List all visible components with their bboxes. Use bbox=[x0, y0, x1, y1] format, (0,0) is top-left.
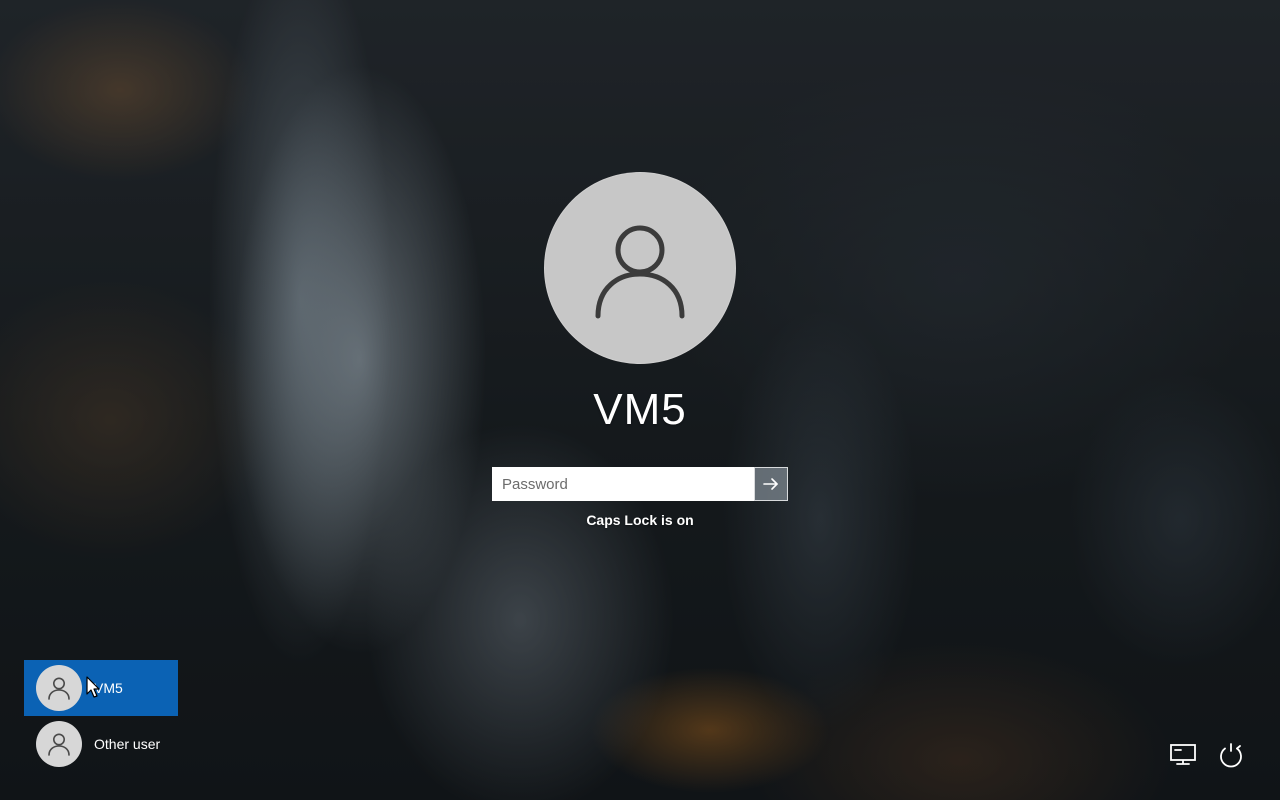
network-monitor-icon bbox=[1170, 744, 1196, 765]
power-restart-icon bbox=[1220, 743, 1242, 768]
user-tile-label: VM5 bbox=[94, 680, 123, 696]
arrow-right-icon bbox=[763, 478, 778, 490]
password-row bbox=[492, 467, 788, 501]
user-avatar-large bbox=[544, 172, 736, 364]
user-silhouette-icon bbox=[48, 677, 70, 700]
avatar bbox=[36, 721, 82, 767]
user-tile-vm5[interactable]: VM5 bbox=[24, 660, 178, 716]
avatar bbox=[36, 665, 82, 711]
power-button[interactable] bbox=[1214, 738, 1248, 772]
user-silhouette-icon bbox=[595, 225, 685, 319]
user-tile-label: Other user bbox=[94, 736, 161, 752]
lock-screen: VM5 Caps Lock is on VM5 Other user bbox=[0, 0, 1280, 800]
network-button[interactable] bbox=[1166, 738, 1200, 772]
user-silhouette-icon bbox=[48, 733, 70, 756]
password-input[interactable] bbox=[492, 467, 754, 501]
username-label: VM5 bbox=[593, 385, 687, 434]
caps-lock-warning: Caps Lock is on bbox=[586, 512, 694, 528]
submit-button[interactable] bbox=[754, 467, 788, 501]
user-tile-other-user[interactable]: Other user bbox=[24, 716, 178, 772]
